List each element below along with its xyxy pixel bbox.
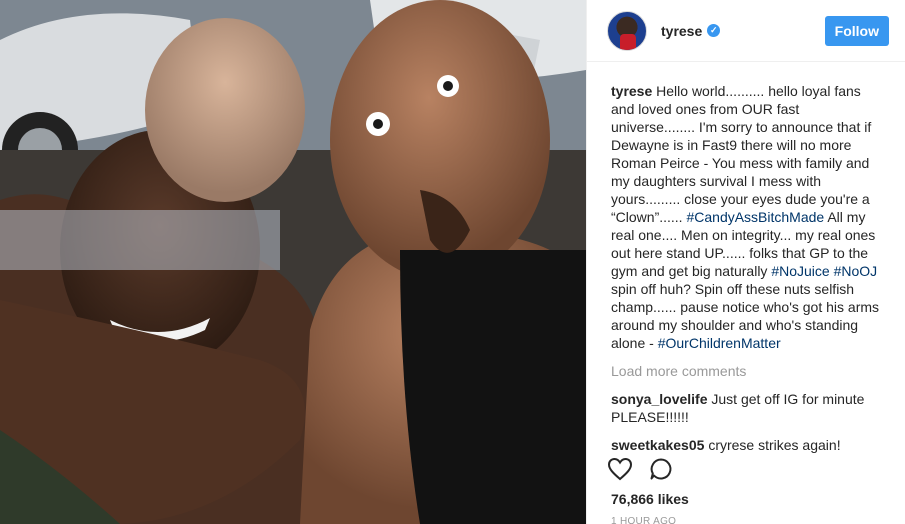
heart-icon[interactable] <box>607 457 633 481</box>
caption-text-1: Hello world.......... hello loyal fans a… <box>611 83 872 225</box>
follow-button[interactable]: Follow <box>824 15 889 46</box>
caption-username[interactable]: tyrese <box>611 83 652 99</box>
load-more-comments-link[interactable]: Load more comments <box>611 362 885 380</box>
post-actions <box>607 457 673 481</box>
hashtag-link[interactable]: #NoOJ <box>834 263 878 279</box>
comments-section: tyrese Hello world.......... hello loyal… <box>587 62 905 454</box>
post-side-panel: tyrese ✓ Follow tyrese Hello world......… <box>586 0 905 524</box>
comment-item: sonya_lovelife Just get off IG for minut… <box>611 390 885 426</box>
comment-username[interactable]: sweetkakes05 <box>611 437 704 453</box>
post-author: tyrese ✓ <box>661 23 721 39</box>
like-count[interactable]: 76,866 likes <box>611 491 689 507</box>
comment-username[interactable]: sonya_lovelife <box>611 391 708 407</box>
comment-text: cryrese strikes again! <box>708 437 841 453</box>
hashtag-link[interactable]: #CandyAssBitchMade <box>686 209 824 225</box>
hashtag-link[interactable]: #NoJuice <box>771 263 829 279</box>
selfie-image <box>0 0 586 524</box>
hashtag-link[interactable]: #OurChildrenMatter <box>658 335 781 351</box>
speech-bubble-icon[interactable] <box>649 457 673 481</box>
verified-badge-icon: ✓ <box>707 24 721 37</box>
avatar[interactable] <box>607 10 647 51</box>
post-header: tyrese ✓ Follow <box>587 0 905 62</box>
comment-item: sweetkakes05 cryrese strikes again! <box>611 436 885 454</box>
caption: tyrese Hello world.......... hello loyal… <box>611 82 885 352</box>
post-author-username[interactable]: tyrese <box>661 23 702 39</box>
timestamp: 1 HOUR AGO <box>611 516 677 524</box>
post-photo[interactable] <box>0 0 586 524</box>
